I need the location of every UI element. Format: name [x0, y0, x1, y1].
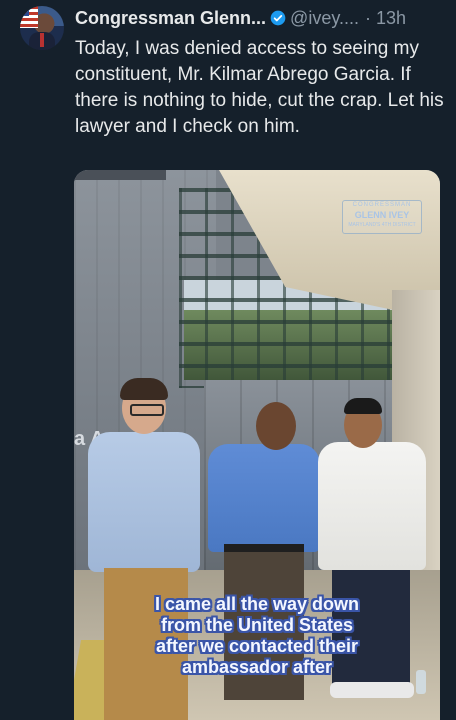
tweet-video[interactable]: a A CONGRESSMAN GLENN IVEY MARYLAND'S 4T… — [74, 170, 440, 720]
watermark-logo: CONGRESSMAN GLENN IVEY MARYLAND'S 4TH DI… — [342, 200, 422, 234]
tweet[interactable]: Congressman Glenn... @ivey.... · 13h Today… — [0, 0, 456, 720]
person-center — [208, 444, 320, 552]
timestamp[interactable]: · 13h — [365, 8, 406, 28]
author-handle[interactable]: @ivey.... — [290, 8, 359, 28]
author-avatar[interactable] — [20, 6, 64, 50]
person-right — [318, 442, 426, 570]
tweet-header: Congressman Glenn... @ivey.... · 13h — [75, 6, 447, 30]
caption-line: I came all the way down — [154, 594, 360, 614]
caption-line: from the United States — [160, 615, 354, 635]
author-name[interactable]: Congressman Glenn... — [75, 8, 266, 28]
caption-line: ambassador after — [181, 657, 333, 677]
video-caption: I came all the way down from the United … — [74, 594, 440, 678]
verified-badge-icon — [270, 8, 286, 32]
flag-icon — [20, 6, 38, 28]
caption-line: after we contacted their — [155, 636, 359, 656]
person-left — [88, 432, 200, 572]
tweet-text: Today, I was denied access to seeing my … — [75, 38, 444, 137]
